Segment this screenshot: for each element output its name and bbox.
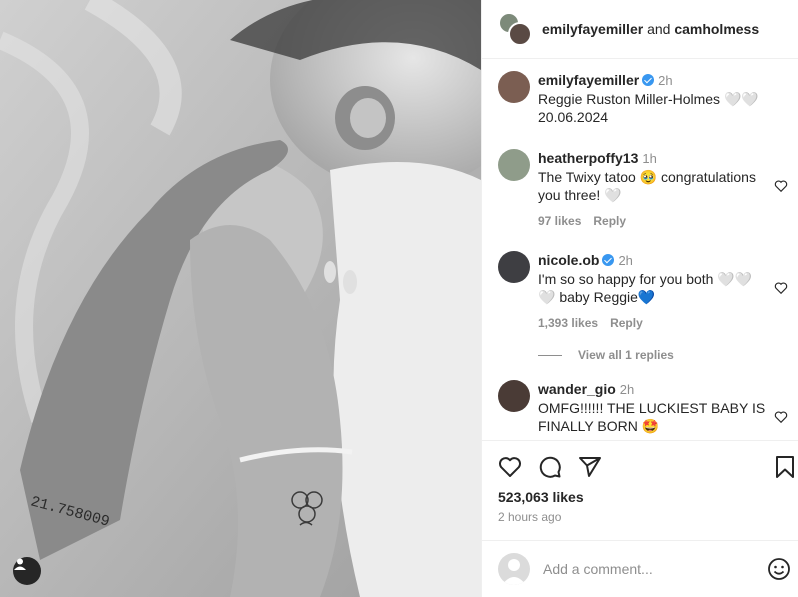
emoji-icon[interactable] (767, 557, 791, 581)
caption-user[interactable]: emilyfayemiller (538, 72, 639, 88)
caption-line2: 20.06.2024 (538, 109, 609, 125)
comment-text: The Twixy tatoo 🥹 congratulations you th… (538, 169, 756, 203)
replies-divider (538, 354, 562, 356)
comment-likes[interactable]: 1,393 likes (538, 316, 598, 330)
post-side-panel: emilyfayemiller and camholmess emilyfaye… (481, 0, 798, 597)
photo-image: 21.758009 (0, 0, 481, 597)
comment-item: heatherpoffy13 1h The Twixy tatoo 🥹 congr… (498, 149, 788, 229)
verified-badge-icon (602, 254, 615, 266)
comment-heart-icon[interactable] (774, 410, 788, 424)
post-photo[interactable]: 21.758009 (0, 0, 481, 597)
comment-likes[interactable]: 97 likes (538, 214, 581, 228)
heart-icon[interactable] (498, 455, 522, 479)
comment-item: wander_gio 2h OMFG!!!!!! THE LUCKIEST BAB… (498, 380, 788, 440)
add-comment-bar (482, 540, 798, 597)
comment-user[interactable]: heatherpoffy13 (538, 150, 638, 166)
caption-line1: Reggie Ruston Miller-Holmes 🤍🤍 (538, 91, 759, 107)
caption-time: 2h (658, 73, 673, 88)
share-icon[interactable] (578, 455, 602, 479)
header-conjunction: and (647, 21, 671, 37)
user-tag-icon (14, 558, 26, 570)
comments-list[interactable]: emilyfayemiller 2h Reggie Ruston Miller-H… (482, 60, 798, 440)
reply-button[interactable]: Reply (593, 214, 626, 228)
avatar[interactable] (508, 22, 532, 46)
avatar[interactable] (498, 251, 530, 283)
comment-user[interactable]: wander_gio (538, 381, 616, 397)
comment-heart-icon[interactable] (774, 179, 788, 193)
avatar[interactable] (498, 149, 530, 181)
view-replies-button[interactable]: View all 1 replies (538, 348, 674, 362)
collab-avatars[interactable] (498, 12, 532, 46)
comment-text: I'm so so happy for you both 🤍🤍🤍 baby Re… (538, 271, 753, 305)
likes-count[interactable]: 523,063 likes (498, 489, 584, 505)
header-user1[interactable]: emilyfayemiller (542, 21, 643, 37)
comment-time: 2h (618, 253, 633, 268)
post-time: 2 hours ago (498, 510, 562, 524)
comment-heart-icon[interactable] (774, 281, 788, 295)
header-user2[interactable]: camholmess (674, 21, 759, 37)
bookmark-icon[interactable] (774, 455, 796, 479)
view-replies-label: View all 1 replies (578, 348, 674, 362)
comment-time: 1h (642, 151, 657, 166)
avatar[interactable] (498, 380, 530, 412)
avatar[interactable] (498, 71, 530, 103)
header-names: emilyfayemiller and camholmess (542, 21, 759, 37)
user-tag-button[interactable] (13, 557, 41, 585)
comment-text: OMFG!!!!!! THE LUCKIEST BABY IS FINALLY … (538, 400, 766, 434)
reply-button[interactable]: Reply (610, 316, 643, 330)
post-actions: 523,063 likes 2 hours ago (482, 440, 798, 540)
default-avatar-icon (502, 559, 526, 585)
comment-icon[interactable] (538, 455, 562, 479)
comment-time: 2h (619, 382, 635, 397)
verified-badge-icon (642, 74, 655, 86)
comment-user[interactable]: nicole.ob (538, 252, 599, 268)
comment-item: nicole.ob 2h I'm so so happy for you both… (498, 251, 788, 331)
avatar (498, 553, 530, 585)
comment-input[interactable] (543, 561, 763, 577)
post-header: emilyfayemiller and camholmess (482, 0, 798, 59)
